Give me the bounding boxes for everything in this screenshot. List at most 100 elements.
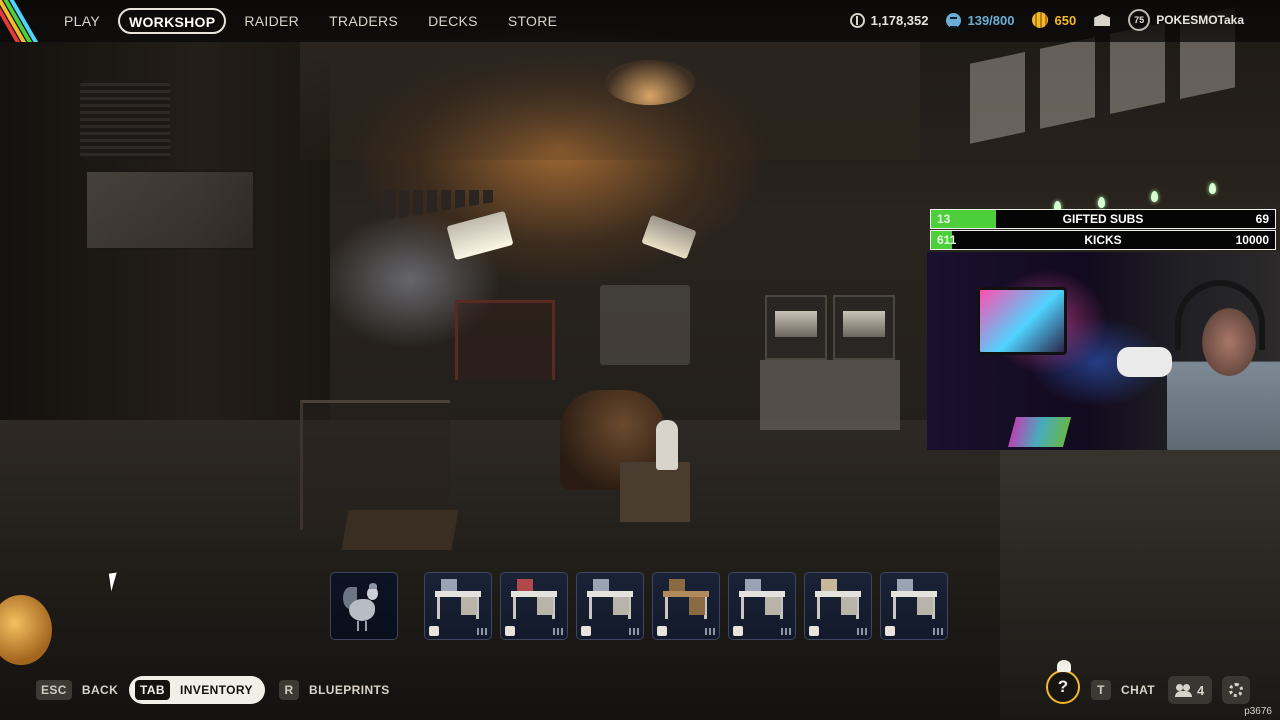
help-label: ?	[1057, 677, 1069, 696]
workbench-icon	[813, 579, 863, 621]
back-workbench	[600, 285, 690, 365]
profile[interactable]: 75 POKESMOTaka	[1128, 9, 1244, 31]
inventory-label: INVENTORY	[179, 683, 253, 697]
flask-icon	[657, 626, 667, 636]
lightbulb-icon	[1057, 660, 1071, 672]
level-pips	[477, 628, 487, 635]
coins-stat: 1,178,352	[849, 12, 929, 28]
t-key: T	[1091, 680, 1111, 700]
esc-key: ESC	[36, 680, 72, 700]
webcam-feed	[927, 252, 1280, 450]
pennant-string	[385, 190, 495, 220]
top-bar: PLAY WORKSHOP RAIDER TRADERS DECKS STORE…	[0, 0, 1280, 42]
main-nav: PLAY WORKSHOP RAIDER TRADERS DECKS STORE	[52, 8, 569, 34]
blueprints-button[interactable]: R BLUEPRINTS	[279, 680, 390, 700]
cabinets	[760, 360, 900, 430]
r-key: R	[279, 680, 299, 700]
nav-traders[interactable]: TRADERS	[317, 8, 410, 34]
station-slot[interactable]	[652, 572, 720, 640]
level-badge: 75	[1128, 9, 1151, 31]
back-button[interactable]: ESC BACK	[36, 680, 118, 700]
goal-kicks: 611 KICKS 10000	[930, 230, 1276, 250]
workbench-icon	[889, 579, 939, 621]
workbench-icon	[661, 579, 711, 621]
workbench-icon	[509, 579, 559, 621]
mail-button[interactable]	[1094, 14, 1111, 26]
marker-icon	[1151, 191, 1158, 202]
nav-workshop[interactable]: WORKSHOP	[117, 8, 227, 34]
coins-value: 1,178,352	[870, 12, 929, 28]
oven-right	[833, 295, 895, 360]
goal-label: KICKS	[1084, 233, 1122, 247]
raider-token-icon	[1032, 12, 1049, 28]
tokens-value: 650	[1054, 12, 1077, 28]
settings-button[interactable]	[1222, 676, 1250, 704]
red-workbench	[455, 300, 555, 380]
help-button[interactable]: ?	[1046, 660, 1080, 704]
tokens-stat: 650	[1032, 12, 1076, 28]
tools-icon	[885, 626, 895, 636]
session-id: p3676	[1244, 706, 1272, 717]
workshop-stations	[330, 572, 948, 640]
grid-icon	[733, 626, 743, 636]
wooden-cart	[341, 510, 459, 550]
logo-stripes	[0, 0, 44, 42]
dirty-window	[85, 170, 255, 250]
station-slot[interactable]	[728, 572, 796, 640]
back-label: BACK	[81, 683, 119, 697]
level-pips	[781, 628, 791, 635]
wall-fan	[80, 80, 170, 160]
username[interactable]: POKESMOTaka	[1156, 13, 1244, 27]
station-slot[interactable]	[424, 572, 492, 640]
shield-icon	[581, 626, 591, 636]
tab-key: TAB	[135, 680, 170, 700]
station-slot[interactable]	[576, 572, 644, 640]
level-pips	[857, 628, 867, 635]
marker-icon	[1098, 197, 1105, 208]
spotlight-right	[641, 214, 697, 260]
station-slot[interactable]	[804, 572, 872, 640]
friends-count: 4	[1197, 682, 1205, 698]
nav-store[interactable]: STORE	[496, 8, 569, 34]
stream-goals: 13 GIFTED SUBS 69 611 KICKS 10000	[930, 209, 1276, 251]
goal-label: GIFTED SUBS	[1062, 212, 1144, 226]
blueprints-label: BLUEPRINTS	[309, 683, 390, 697]
workbench-icon	[433, 579, 483, 621]
station-slot[interactable]	[500, 572, 568, 640]
webcam-monitor	[977, 287, 1067, 355]
friends-icon	[1175, 684, 1192, 697]
controller	[1117, 347, 1172, 377]
level-pips	[933, 628, 943, 635]
chat-button[interactable]: T CHAT	[1091, 680, 1155, 700]
webcam-keyboard	[1007, 417, 1072, 447]
gear-icon	[1229, 683, 1243, 697]
nav-raider[interactable]: RAIDER	[232, 8, 311, 34]
chat-label: CHAT	[1121, 683, 1156, 697]
level-pips	[705, 628, 715, 635]
stash-icon	[946, 12, 962, 28]
level-pips	[629, 628, 639, 635]
stash-stat: 139/800	[946, 12, 1015, 28]
oven-left	[765, 295, 827, 360]
workbench-icon	[585, 579, 635, 621]
station-slot[interactable]	[880, 572, 948, 640]
goal-target: 10000	[1235, 233, 1269, 247]
level-pips	[553, 628, 563, 635]
rooster-icon	[343, 581, 385, 631]
ceiling-lamp	[605, 60, 695, 105]
goal-target: 69	[1255, 212, 1269, 226]
side-table	[620, 462, 690, 522]
coin-icon	[849, 12, 865, 28]
currency-stats: 1,178,352 139/800 650 75 POKESMOTaka	[849, 9, 1244, 31]
nav-decks[interactable]: DECKS	[416, 8, 490, 34]
nav-play[interactable]: PLAY	[52, 8, 112, 34]
spotlight-left	[446, 210, 514, 261]
friends-button[interactable]: 4	[1168, 676, 1213, 704]
mail-icon[interactable]	[1094, 14, 1111, 26]
bust-statue	[656, 420, 678, 470]
inventory-button[interactable]: TAB INVENTORY	[129, 676, 265, 704]
stash-value: 139/800	[967, 12, 1015, 28]
marker-icon	[1209, 183, 1216, 194]
station-slot-rooster[interactable]	[330, 572, 398, 640]
home-icon	[429, 626, 439, 636]
